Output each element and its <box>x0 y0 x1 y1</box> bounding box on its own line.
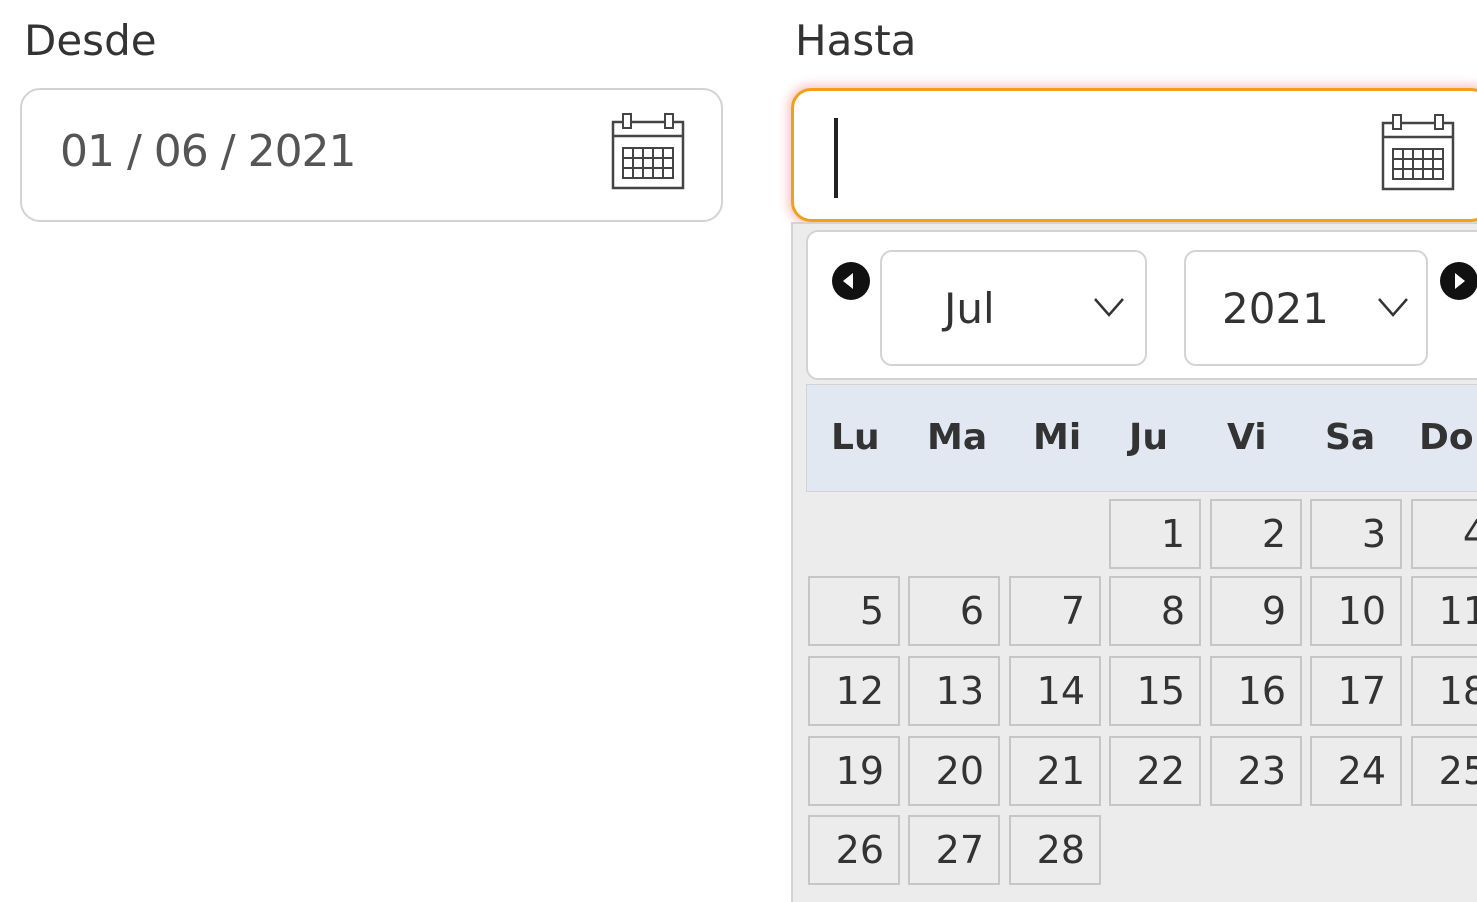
day-cell[interactable]: 2 <box>1210 499 1302 569</box>
day-cell[interactable]: 13 <box>908 656 1000 726</box>
day-cell[interactable]: 16 <box>1210 656 1302 726</box>
datepicker-popup: Jul 2021 Lu Ma Mi Ju Vi Sa Do 1234567891… <box>791 222 1477 902</box>
day-cell[interactable]: 28 <box>1009 815 1101 885</box>
from-date-input[interactable]: 01 / 06 / 2021 <box>20 88 723 222</box>
to-label: Hasta <box>795 16 917 65</box>
from-label: Desde <box>24 16 157 65</box>
text-caret <box>834 118 838 198</box>
weekday-label: Ma <box>927 417 988 458</box>
weekday-label: Vi <box>1227 417 1267 458</box>
weekday-label: Ju <box>1129 417 1169 458</box>
day-cell[interactable]: 6 <box>908 576 1000 646</box>
day-cell[interactable]: 12 <box>808 656 900 726</box>
day-cell[interactable]: 20 <box>908 736 1000 806</box>
weekday-label: Do <box>1419 417 1474 458</box>
day-cell[interactable]: 26 <box>808 815 900 885</box>
month-select[interactable]: Jul <box>880 250 1147 366</box>
weekday-label: Lu <box>831 417 880 458</box>
day-cell[interactable]: 8 <box>1109 576 1201 646</box>
day-cell[interactable]: 18 <box>1411 656 1477 726</box>
day-cell[interactable]: 7 <box>1009 576 1101 646</box>
year-select-value: 2021 <box>1222 284 1329 333</box>
prev-month-icon[interactable] <box>832 262 870 300</box>
day-cell[interactable]: 14 <box>1009 656 1101 726</box>
year-select[interactable]: 2021 <box>1184 250 1428 366</box>
calendar-icon[interactable] <box>610 112 686 192</box>
month-select-value: Jul <box>944 284 995 333</box>
day-cell[interactable]: 3 <box>1310 499 1402 569</box>
day-cell[interactable]: 15 <box>1109 656 1201 726</box>
day-cell[interactable]: 10 <box>1310 576 1402 646</box>
weekday-header: Lu Ma Mi Ju Vi Sa Do <box>806 384 1477 492</box>
day-cell[interactable]: 21 <box>1009 736 1101 806</box>
to-date-input[interactable] <box>791 88 1477 222</box>
chevron-down-icon <box>1094 298 1124 317</box>
day-cell[interactable]: 25 <box>1411 736 1477 806</box>
day-cell[interactable]: 27 <box>908 815 1000 885</box>
calendar-icon[interactable] <box>1380 113 1456 193</box>
day-cell[interactable]: 5 <box>808 576 900 646</box>
from-date-value: 01 / 06 / 2021 <box>60 126 357 177</box>
day-cell[interactable]: 4 <box>1411 499 1477 569</box>
weekday-label: Mi <box>1033 417 1082 458</box>
weekday-label: Sa <box>1325 417 1376 458</box>
day-cell[interactable]: 23 <box>1210 736 1302 806</box>
day-cell[interactable]: 24 <box>1310 736 1402 806</box>
day-cell[interactable]: 17 <box>1310 656 1402 726</box>
chevron-down-icon <box>1378 298 1408 317</box>
day-cell[interactable]: 11 <box>1411 576 1477 646</box>
datepicker-header: Jul 2021 <box>806 230 1477 380</box>
day-cell[interactable]: 1 <box>1109 499 1201 569</box>
day-cell[interactable]: 9 <box>1210 576 1302 646</box>
next-month-icon[interactable] <box>1440 262 1477 300</box>
day-cell[interactable]: 22 <box>1109 736 1201 806</box>
day-cell[interactable]: 19 <box>808 736 900 806</box>
